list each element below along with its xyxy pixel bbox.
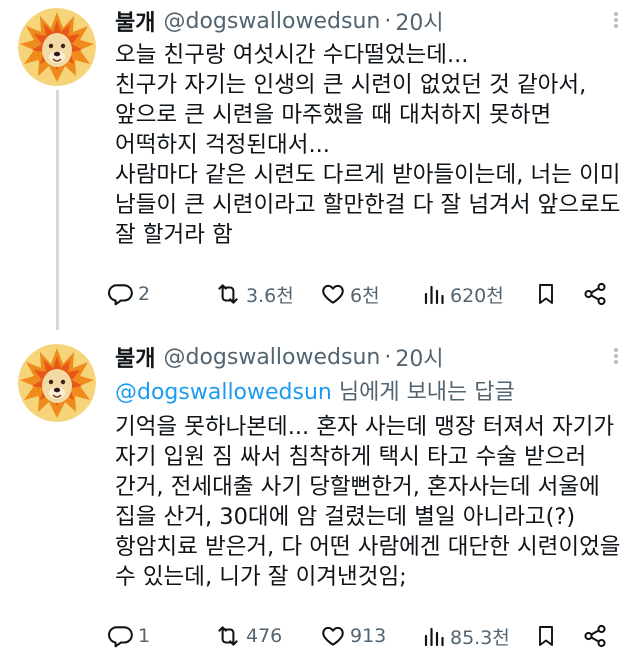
- bookmark-button[interactable]: [534, 281, 582, 307]
- share-button[interactable]: [582, 281, 608, 307]
- share-icon: [584, 282, 606, 306]
- views-count: 85.3천: [450, 626, 510, 649]
- tweet-text-line: 오늘 친구랑 여섯시간 수다떨었는데...: [115, 42, 469, 68]
- like-icon: [322, 284, 344, 304]
- views-button[interactable]: 85.3천: [422, 623, 534, 650]
- reply-icon: [108, 626, 133, 648]
- reply-icon: [108, 284, 133, 306]
- timestamp[interactable]: 20시: [395, 5, 443, 37]
- avatar[interactable]: [18, 8, 96, 86]
- tweet-text-line: 잘 할거라 함: [115, 222, 233, 248]
- timestamp[interactable]: 20시: [395, 341, 443, 373]
- reply-to-link[interactable]: @dogswallowedsun: [115, 380, 332, 405]
- share-button[interactable]: [582, 623, 608, 649]
- bookmark-button[interactable]: [534, 623, 582, 649]
- views-icon: [424, 285, 444, 305]
- tweet-text-line: 친구가 자기는 인생의 큰 시련이 없었던 것 같아서,: [115, 72, 587, 98]
- views-count: 620천: [450, 284, 504, 307]
- views-button[interactable]: 620천: [422, 281, 534, 308]
- avatar[interactable]: [18, 344, 96, 422]
- views-icon: [424, 627, 444, 647]
- tweet-header: 불개 @dogswallowedsun · 20시: [115, 341, 616, 373]
- like-count: 6천: [350, 284, 380, 307]
- tweet-text-line: 어떡하지 걱정된대서...: [115, 132, 330, 158]
- retweet-button[interactable]: 3.6천: [214, 281, 320, 308]
- like-icon: [322, 626, 344, 646]
- reply-to-label: 님에게 보내는 답글: [331, 380, 515, 405]
- tweet-text: 기억을 못하나본데... 혼자 사는데 맹장 터져서 자기가 자기 입원 짐 싸…: [115, 412, 626, 592]
- retweet-count: 476: [246, 625, 283, 647]
- user-handle[interactable]: @dogswallowedsun: [163, 345, 380, 370]
- tweet-text: 오늘 친구랑 여섯시간 수다떨었는데... 친구가 자기는 인생의 큰 시련이 …: [115, 40, 626, 250]
- separator-dot: ·: [384, 8, 392, 34]
- action-bar: 1 476 913 85.3천: [108, 618, 622, 654]
- more-icon[interactable]: [606, 10, 626, 30]
- action-bar: 2 3.6천 6천 620천: [108, 276, 622, 312]
- tweet-text-line: 간거, 전세대출 사기 당할뻔한거, 혼자사는데 서울에: [115, 474, 600, 500]
- user-handle[interactable]: @dogswallowedsun: [163, 9, 380, 34]
- tweet-text-line: 앞으로 큰 시련을 마주했을 때 대처하지 못하면: [115, 102, 552, 128]
- display-name[interactable]: 불개: [115, 341, 155, 373]
- tweet-text-line: 자기 입원 짐 싸서 침착하게 택시 타고 수술 받으러: [115, 444, 587, 470]
- retweet-button[interactable]: 476: [214, 623, 320, 649]
- like-count: 913: [350, 625, 387, 647]
- tweet-text-line: 항암치료 받은거, 다 어떤 사람에겐 대단한 시련이었을: [115, 534, 621, 560]
- share-icon: [584, 624, 606, 648]
- like-button[interactable]: 6천: [320, 281, 422, 308]
- bookmark-icon: [539, 284, 553, 304]
- retweet-count: 3.6천: [246, 284, 294, 307]
- tweet-text-line: 남들이 큰 시련이라고 할만한걸 다 잘 넘겨서 앞으로도: [115, 192, 621, 218]
- reply-count: 1: [138, 625, 151, 647]
- tweet-header: 불개 @dogswallowedsun · 20시: [115, 5, 616, 37]
- bookmark-icon: [539, 626, 553, 646]
- tweet-text-line: 집을 산거, 30대에 암 걸렸는데 별일 아니라고(?): [115, 504, 576, 530]
- reply-count: 2: [138, 283, 151, 305]
- more-icon[interactable]: [606, 346, 626, 366]
- retweet-icon: [218, 626, 238, 646]
- tweet-text-line: 사람마다 같은 시련도 다르게 받아들이는데, 너는 이미: [115, 162, 621, 188]
- retweet-icon: [218, 284, 238, 304]
- like-button[interactable]: 913: [320, 623, 422, 649]
- display-name[interactable]: 불개: [115, 5, 155, 37]
- reply-context: @dogswallowedsun 님에게 보내는 답글: [115, 374, 515, 406]
- separator-dot: ·: [384, 344, 392, 370]
- tweet-2[interactable]: 불개 @dogswallowedsun · 20시 @dogswalloweds…: [0, 336, 640, 666]
- reply-button[interactable]: 2: [108, 281, 214, 307]
- thread-line: [56, 90, 59, 330]
- tweet-text-line: 기억을 못하나본데... 혼자 사는데 맹장 터져서 자기가: [115, 414, 615, 440]
- reply-button[interactable]: 1: [108, 623, 214, 649]
- tweet-1[interactable]: 불개 @dogswallowedsun · 20시 오늘 친구랑 여섯시간 수다…: [0, 0, 640, 330]
- tweet-text-line: 수 있는데, 니가 잘 이겨낸것임;: [115, 564, 407, 590]
